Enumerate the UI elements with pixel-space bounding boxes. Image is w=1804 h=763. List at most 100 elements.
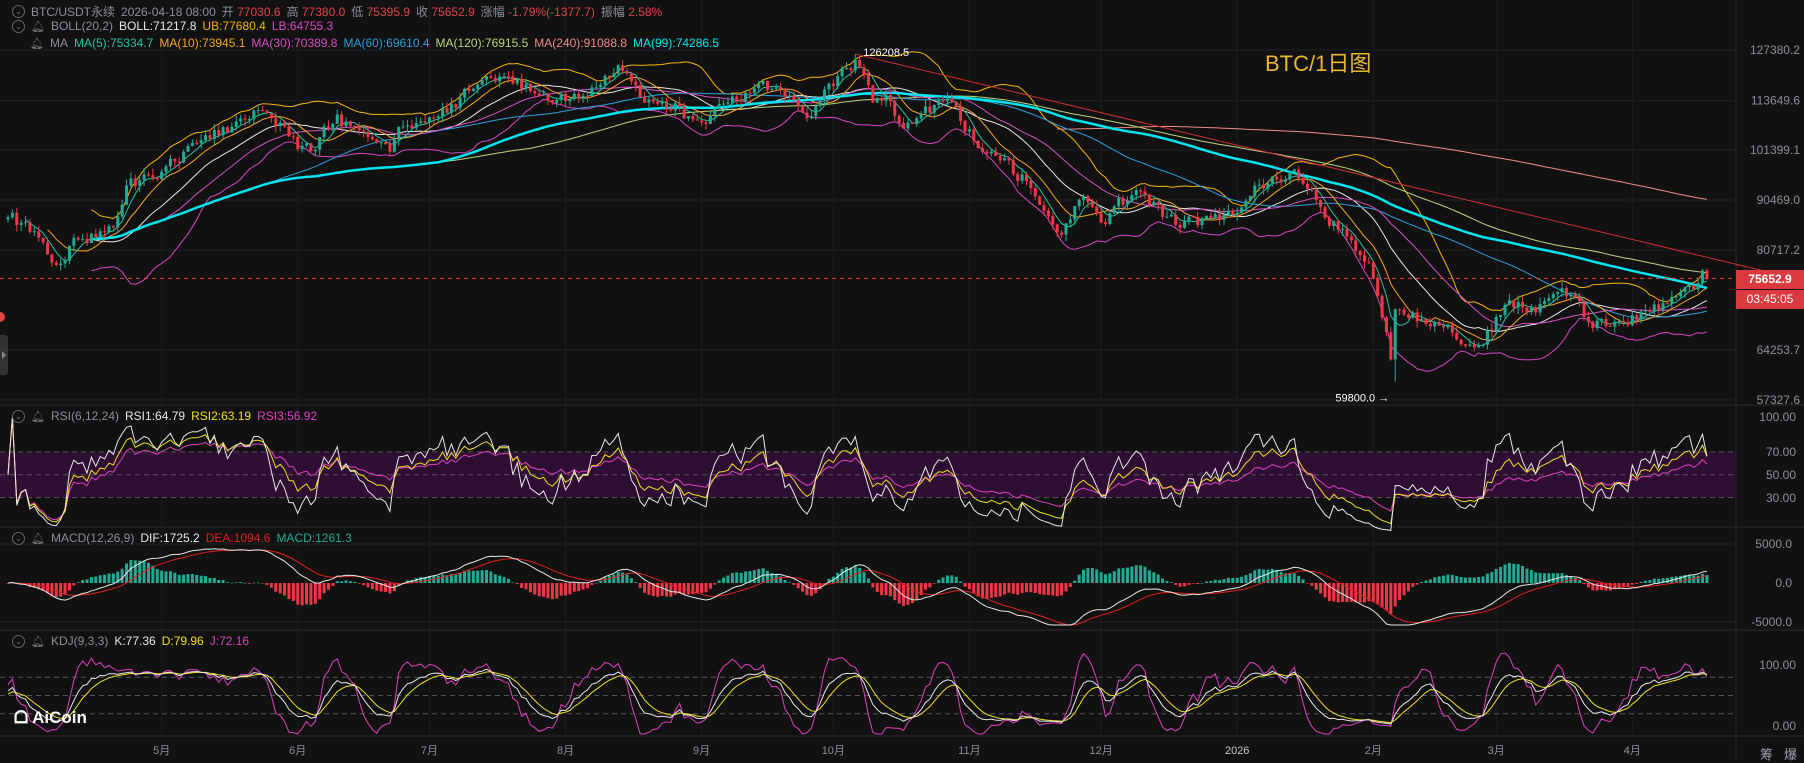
bell-icon[interactable]: 🔔︎	[30, 37, 44, 50]
candle-body	[1450, 324, 1454, 333]
macd-histogram-bar	[85, 579, 89, 583]
candle-body	[1569, 294, 1573, 297]
candle	[678, 96, 682, 112]
candle	[1437, 319, 1441, 326]
candle-body	[524, 84, 528, 89]
candle	[1257, 178, 1261, 192]
candle-body	[1226, 210, 1230, 215]
j-value: J:72.16	[209, 634, 250, 648]
kdj-label[interactable]: KDJ(9,3,3)	[51, 634, 108, 648]
candle	[1591, 320, 1595, 333]
macd-histogram-bar	[1222, 579, 1226, 583]
macd-histogram-bar	[722, 577, 726, 583]
candle	[1389, 326, 1393, 361]
candle-body	[1393, 309, 1397, 360]
candle-body	[1196, 216, 1200, 225]
candle-body	[1332, 220, 1336, 227]
candle-body	[243, 118, 247, 120]
candle	[1661, 297, 1665, 315]
candle-body	[1670, 296, 1674, 305]
candle	[643, 92, 647, 103]
macd-histogram-bar	[1169, 582, 1173, 583]
candle-body	[643, 97, 647, 103]
candle	[107, 224, 111, 232]
extreme-annotation: 126208.5	[863, 47, 909, 59]
candle	[875, 96, 879, 104]
candle-body	[590, 87, 594, 96]
candle	[1459, 339, 1463, 347]
candle-body	[186, 146, 190, 152]
boll-label[interactable]: BOLL(20,2)	[51, 19, 113, 33]
candle-body	[1635, 315, 1639, 320]
macd-histogram-bar	[247, 583, 251, 584]
candle	[752, 83, 756, 95]
rsi-label[interactable]: RSI(6,12,24)	[51, 409, 119, 423]
candle-body	[1253, 185, 1257, 197]
macd-histogram-bar	[612, 574, 616, 583]
kline-chart[interactable]: 127380.2 113649.6 101399.1 90469.0 80717.2 64…	[0, 0, 1804, 762]
candle	[256, 105, 260, 117]
macd-histogram-bar	[283, 583, 287, 596]
candle-body	[1283, 179, 1287, 182]
candle	[1108, 209, 1112, 226]
candle	[335, 109, 339, 124]
candle-body	[1222, 214, 1226, 220]
macd-histogram-bar	[1314, 583, 1318, 590]
macd-histogram-bar	[1398, 583, 1402, 601]
macd-histogram-bar	[1253, 570, 1257, 583]
bell-icon[interactable]: 🔔︎	[31, 20, 45, 33]
macd-histogram-bar	[133, 560, 137, 583]
candle-body	[1455, 332, 1459, 340]
candle-body	[844, 68, 848, 70]
candle-body	[1275, 176, 1279, 180]
candle-body	[107, 226, 111, 232]
bell-icon[interactable]: 🔔︎	[31, 532, 45, 545]
candle	[831, 79, 835, 92]
dif-value: DIF:1725.2	[140, 531, 200, 545]
macd-histogram-bar	[963, 583, 967, 587]
candle-body	[1442, 325, 1446, 328]
bell-icon[interactable]: 🔔︎	[31, 635, 45, 648]
candle	[1371, 260, 1375, 280]
candle-body	[805, 112, 809, 119]
candle	[1485, 326, 1489, 350]
candle	[120, 199, 124, 219]
bell-icon[interactable]: 🔔︎	[31, 410, 45, 423]
liquidation-button[interactable]: 爆	[1784, 744, 1797, 763]
macd-histogram-bar	[647, 583, 651, 595]
macd-histogram-bar	[1292, 573, 1296, 583]
ma-label[interactable]: MA	[50, 36, 68, 50]
macd-histogram-bar	[1046, 583, 1050, 596]
candle	[133, 174, 137, 191]
collapse-icon[interactable]: ⌄	[12, 409, 25, 423]
macd-histogram-bar	[98, 575, 102, 583]
macd-histogram-bar	[1485, 573, 1489, 583]
macd-histogram-bar	[1389, 583, 1393, 614]
candle	[1310, 185, 1314, 193]
candle-body	[1446, 324, 1450, 328]
macd-label[interactable]: MACD(12,26,9)	[51, 531, 134, 545]
sidebar-toggle-handle[interactable]	[0, 335, 8, 375]
candle-body	[976, 140, 980, 149]
macd-histogram-bar	[542, 583, 546, 597]
candle-body	[713, 108, 717, 115]
candle-body	[1152, 201, 1156, 206]
candle-body	[897, 115, 901, 123]
candle-body	[120, 204, 124, 217]
ma10-line	[47, 73, 1708, 341]
collapse-icon[interactable]: ⌄	[12, 19, 25, 33]
candle	[247, 116, 251, 124]
candle-body	[1551, 294, 1555, 299]
candle	[1538, 297, 1542, 317]
macd-histogram-bar	[656, 583, 660, 597]
candle-body	[177, 161, 181, 163]
candle	[546, 92, 550, 105]
collapse-icon[interactable]: ⌄	[12, 531, 25, 545]
collapse-icon[interactable]: ⌄	[12, 634, 25, 648]
macd-histogram-bar	[700, 583, 704, 593]
chips-button[interactable]: 筹	[1760, 744, 1773, 763]
collapse-icon[interactable]: ⌄	[12, 5, 25, 18]
candle	[528, 83, 532, 93]
macd-histogram-bar	[1696, 575, 1700, 583]
candle-body	[370, 136, 374, 140]
